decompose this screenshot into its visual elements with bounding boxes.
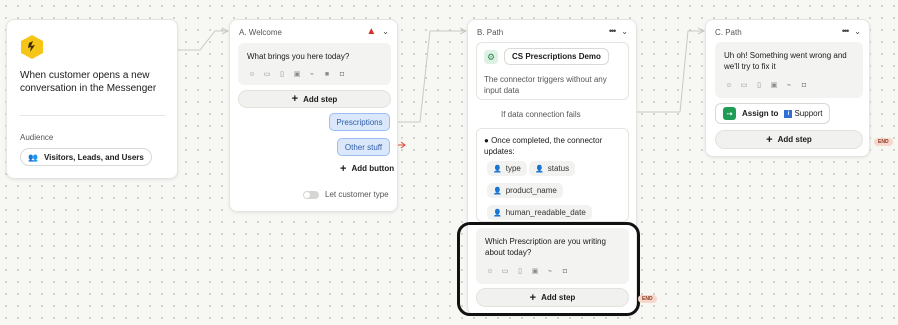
let-customer-type-toggle[interactable]: Let customer type [303, 190, 389, 199]
image-icon[interactable]: ▣ [770, 82, 778, 89]
path-b-header: B. Path [477, 28, 504, 37]
connector-description: The connector triggers without any input… [484, 75, 607, 95]
attribute-human-readable-date: 👤 human_readable_date [487, 205, 592, 220]
toggle-label: Let customer type [325, 190, 389, 199]
add-step-button[interactable]: + Add step [238, 90, 391, 108]
assign-label: Assign to [742, 109, 779, 118]
video-icon[interactable]: ■ [323, 71, 331, 78]
end-tag-path-c: END [874, 138, 893, 146]
add-step-label: Add step [777, 135, 812, 144]
person-attribute-icon: 👤 [493, 165, 502, 173]
welcome-header: A. Welcome [239, 28, 282, 37]
welcome-message: What brings you here today? [247, 52, 350, 61]
assign-icon: ⇢ [723, 107, 736, 120]
app-icon[interactable]: ◘ [800, 82, 808, 89]
gif-icon[interactable]: ▭ [740, 82, 748, 89]
add-step-button[interactable]: + Add step [715, 130, 863, 149]
users-icon: 👥 [28, 152, 38, 162]
fail-label: If data connection fails [501, 110, 581, 119]
info-icon: i [784, 109, 793, 118]
trigger-title: When customer opens a new conversation i… [20, 70, 157, 94]
more-options-icon[interactable]: ••• [609, 26, 617, 36]
chevron-down-icon[interactable]: ⌄ [854, 27, 861, 36]
trigger-card[interactable]: When customer opens a new conversation i… [6, 19, 178, 179]
connector-icon: ⚙ [484, 50, 498, 64]
image-icon[interactable]: ▣ [293, 71, 301, 78]
emoji-icon[interactable]: ☺ [725, 82, 733, 89]
reply-button-prescriptions[interactable]: Prescriptions [329, 113, 390, 131]
check-circle-icon: ● [484, 136, 489, 145]
attachment-icon[interactable]: ⌁ [308, 71, 316, 78]
plus-icon: + [340, 162, 347, 175]
focus-highlight [457, 222, 640, 316]
add-button[interactable]: + Add button [340, 162, 395, 175]
end-tag-path-b: END [638, 295, 657, 303]
divider [20, 115, 166, 116]
assign-action[interactable]: ⇢ Assign to i Support [715, 103, 831, 124]
path-c-message: Uh oh! Something went wrong and we'll tr… [724, 51, 847, 71]
path-c-message-box[interactable]: Uh oh! Something went wrong and we'll tr… [715, 42, 863, 98]
plus-icon: + [291, 93, 299, 105]
attribute-product-name: 👤 product_name [487, 183, 563, 198]
connector-name[interactable]: CS Prescriptions Demo [504, 48, 609, 65]
audience-label: Audience [20, 133, 54, 142]
audience-selector[interactable]: 👥 Visitors, Leads, and Users [20, 148, 152, 166]
gif-icon[interactable]: ▭ [263, 71, 271, 78]
completed-text: Once completed, the connector updates: [484, 136, 603, 156]
app-icon[interactable]: ◘ [338, 71, 346, 78]
chevron-down-icon[interactable]: ⌄ [621, 27, 628, 36]
attribute-type: 👤 type [487, 161, 527, 176]
connector-updates-box: ● Once completed, the connector updates:… [476, 128, 629, 222]
emoji-icon[interactable]: ☺ [248, 71, 256, 78]
person-attribute-icon: 👤 [493, 187, 502, 195]
attachment-icon[interactable]: ⌁ [785, 82, 793, 89]
path-c-header: C. Path [715, 28, 742, 37]
lightning-badge-icon [21, 35, 43, 59]
add-step-label: Add step [303, 94, 338, 104]
person-attribute-icon: 👤 [535, 165, 544, 173]
add-button-label: Add button [351, 164, 395, 173]
attribute-status: 👤 status [529, 161, 576, 176]
chevron-down-icon[interactable]: ⌄ [382, 27, 389, 36]
assign-target: Support [794, 109, 823, 118]
warning-icon: ▲ [366, 26, 377, 37]
connector-box[interactable]: ⚙ CS Prescriptions Demo The connector tr… [476, 42, 629, 100]
more-options-icon[interactable]: ••• [842, 26, 850, 36]
reply-button-other-stuff[interactable]: Other stuff [337, 138, 390, 156]
person-attribute-icon: 👤 [493, 209, 502, 217]
article-icon[interactable]: ▯ [755, 82, 763, 89]
plus-icon: + [766, 133, 773, 146]
welcome-card[interactable]: A. Welcome ▲ ⌄ What brings you here toda… [229, 19, 398, 212]
path-c-card[interactable]: C. Path ••• ⌄ Uh oh! Something went wron… [705, 19, 870, 157]
toggle-switch[interactable] [303, 190, 319, 199]
welcome-message-box[interactable]: What brings you here today? ☺ ▭ ▯ ▣ ⌁ ■ … [238, 43, 391, 85]
audience-value: Visitors, Leads, and Users [43, 152, 144, 162]
article-icon[interactable]: ▯ [278, 71, 286, 78]
